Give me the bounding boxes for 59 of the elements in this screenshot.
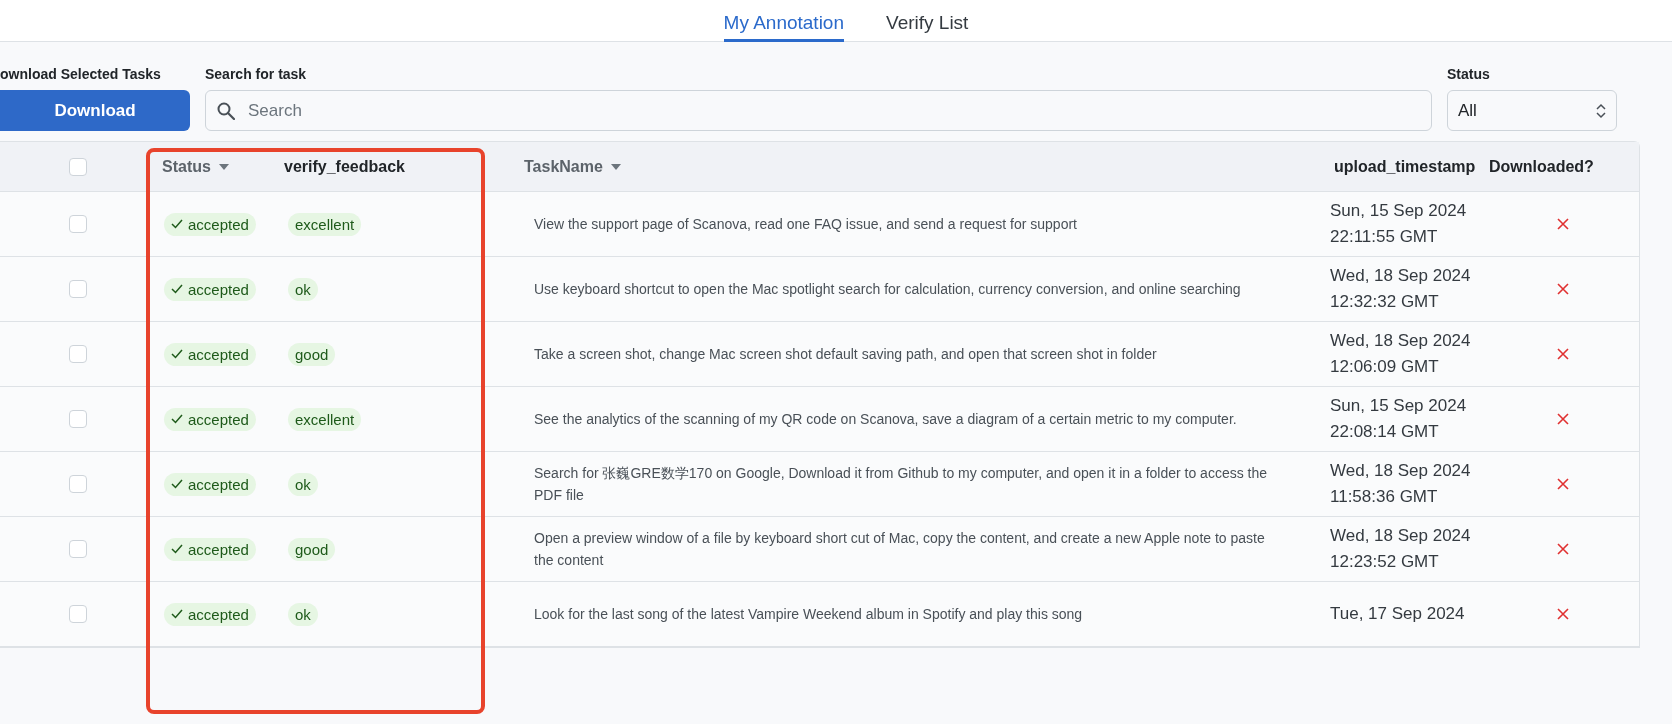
download-label: ownload Selected Tasks bbox=[0, 66, 162, 82]
row-checkbox[interactable] bbox=[68, 540, 87, 558]
row-checkbox[interactable] bbox=[68, 280, 87, 298]
task-name: See the analytics of the scanning of my QR code on Scanova, save a diagram of a certain metric to my computer. bbox=[533, 410, 1238, 429]
search-field[interactable]: Search bbox=[205, 90, 1432, 131]
status-tag: accepted bbox=[164, 537, 256, 561]
row-checkbox[interactable] bbox=[68, 475, 87, 493]
row-checkbox[interactable] bbox=[68, 410, 87, 428]
check-icon bbox=[171, 544, 183, 554]
check-icon bbox=[171, 479, 183, 489]
select-all-checkbox[interactable] bbox=[68, 157, 87, 176]
task-name: Search for 张巍GRE数学170 on Google, Download it from Github to my computer, and open it in a folder to access the PDF file bbox=[533, 464, 1269, 505]
column-header[interactable]: Downloaded? bbox=[1477, 157, 1639, 176]
check-icon bbox=[171, 414, 183, 424]
tab[interactable]: Verify List bbox=[886, 0, 969, 42]
check-icon bbox=[171, 609, 183, 619]
feedback-tag: good bbox=[288, 342, 336, 366]
timestamp: Tue, 17 Sep 2024 bbox=[1329, 603, 1466, 625]
task-name: Take a screen shot, change Mac screen shot default saving path, and open that screen shot in folder bbox=[533, 345, 1158, 364]
sort-caret-icon[interactable] bbox=[610, 163, 621, 170]
feedback-tag: excellent bbox=[288, 407, 362, 431]
status-tag: accepted bbox=[164, 277, 256, 301]
status-tag: accepted bbox=[164, 472, 256, 496]
row-checkbox[interactable] bbox=[68, 605, 87, 623]
column-header[interactable]: TaskName bbox=[512, 157, 1322, 176]
column-header[interactable]: Status bbox=[150, 157, 272, 176]
timestamp: Wed, 18 Sep 2024 12:23:52 GMT bbox=[1329, 525, 1472, 573]
timestamp: Wed, 18 Sep 2024 12:32:32 GMT bbox=[1329, 265, 1472, 313]
feedback-tag: excellent bbox=[288, 212, 362, 236]
feedback-tag: good bbox=[288, 537, 336, 561]
sort-caret-icon[interactable] bbox=[218, 163, 229, 170]
task-name: View the support page of Scanova, read one FAQ issue, and send a request for support bbox=[533, 215, 1078, 234]
task-name: Use keyboard shortcut to open the Mac spotlight search for calculation, currency conversion, and online searching bbox=[533, 280, 1242, 299]
search-label: Search for task bbox=[205, 66, 308, 82]
status-select[interactable]: All bbox=[1447, 90, 1617, 131]
column-header[interactable]: verify_feedback bbox=[272, 157, 512, 176]
status-tag: accepted bbox=[164, 407, 256, 431]
feedback-tag: ok bbox=[288, 602, 318, 626]
feedback-tag: ok bbox=[288, 472, 318, 496]
download-button[interactable]: Download bbox=[0, 90, 190, 131]
status-tag: accepted bbox=[164, 342, 256, 366]
status-tag: accepted bbox=[164, 212, 256, 236]
tab[interactable]: My Annotation bbox=[723, 0, 844, 42]
timestamp: Wed, 18 Sep 2024 12:06:09 GMT bbox=[1329, 330, 1472, 378]
task-name: Look for the last song of the latest Vampire Weekend album in Spotify and play this song bbox=[533, 605, 1084, 624]
check-icon bbox=[171, 219, 183, 229]
chevron-up-down-icon bbox=[1596, 101, 1606, 120]
feedback-tag: ok bbox=[288, 277, 318, 301]
timestamp: Wed, 18 Sep 2024 11:58:36 GMT bbox=[1329, 460, 1472, 508]
column-header[interactable]: upload_timestamp bbox=[1322, 157, 1477, 176]
task-name: Open a preview window of a file by keyboard short cut of Mac, copy the content, and create a new Apple note to paste the content bbox=[533, 529, 1266, 570]
check-icon bbox=[171, 349, 183, 359]
row-checkbox[interactable] bbox=[68, 215, 87, 233]
check-icon bbox=[171, 284, 183, 294]
timestamp: Sun, 15 Sep 2024 22:11:55 GMT bbox=[1329, 200, 1468, 248]
timestamp: Sun, 15 Sep 2024 22:08:14 GMT bbox=[1329, 395, 1468, 443]
row-checkbox[interactable] bbox=[68, 345, 87, 363]
status-label: Status bbox=[1447, 66, 1491, 82]
status-tag: accepted bbox=[164, 602, 256, 626]
